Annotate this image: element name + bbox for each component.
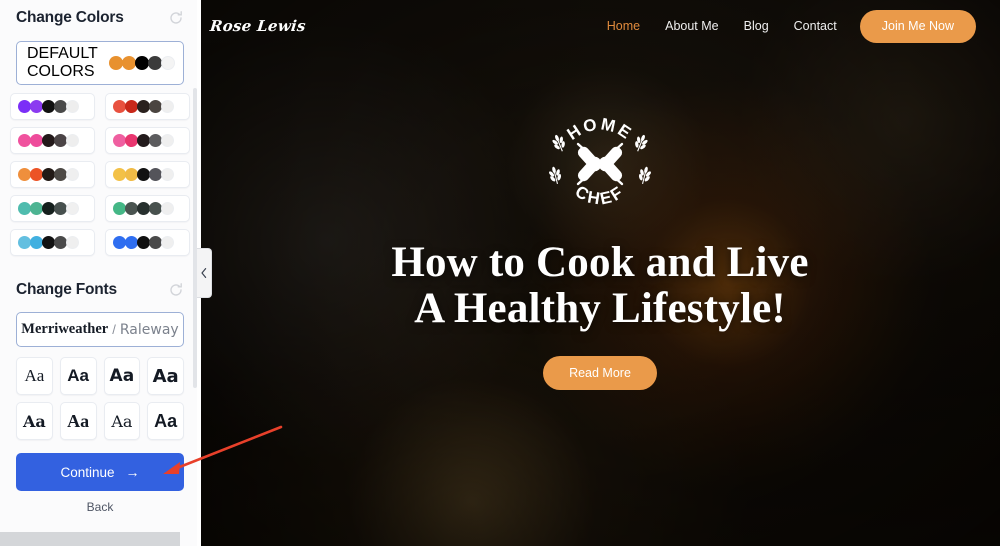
color-dot (161, 100, 174, 113)
color-dot (135, 56, 149, 70)
nav-link-home[interactable]: Home (607, 19, 640, 33)
svg-text:HOME: HOME (564, 114, 637, 143)
svg-text:CHEF: CHEF (572, 182, 628, 209)
app-root: Change Colors DEFAULT COLORS Change Font… (0, 0, 1000, 546)
font-option-tile[interactable]: Aa (59, 402, 97, 440)
color-dot (122, 56, 136, 70)
hero-headline-line2: A Healthy Lifestyle! (414, 285, 786, 332)
reset-arrow-icon[interactable] (168, 282, 184, 298)
hero-headline-line1: How to Cook and Live (391, 239, 809, 286)
join-me-now-button[interactable]: Join Me Now (859, 9, 976, 43)
color-palette-option[interactable] (105, 195, 190, 222)
font-option-tile[interactable]: Aa (103, 357, 141, 395)
color-dot (66, 236, 79, 249)
default-colors-line2: COLORS (27, 63, 95, 80)
color-palette-option[interactable] (10, 127, 95, 154)
collapse-panel-handle[interactable] (197, 248, 212, 298)
continue-button[interactable]: Continue → (16, 453, 184, 491)
nav-link-contact[interactable]: Contact (794, 19, 837, 33)
nav-link-about-me[interactable]: About Me (665, 19, 719, 33)
font-option-tile[interactable]: Aa (103, 402, 141, 440)
color-dot (161, 168, 174, 181)
default-colors-label: DEFAULT COLORS (27, 45, 98, 81)
change-fonts-header: Change Fonts (0, 272, 200, 308)
color-dot (66, 168, 79, 181)
continue-label: Continue (60, 464, 115, 480)
color-palette-option[interactable] (10, 229, 95, 256)
nav-link-blog[interactable]: Blog (744, 19, 769, 33)
font-option-tile[interactable]: Aa (16, 357, 53, 395)
back-link[interactable]: Back (0, 500, 200, 514)
hero-content: HOME CHEF How to Cook and Live A Healthy… (200, 52, 1000, 390)
color-palette-option[interactable] (10, 93, 95, 120)
default-colors-dots (109, 56, 175, 70)
change-colors-title: Change Colors (16, 9, 124, 26)
color-dot (161, 236, 174, 249)
default-colors-line1: DEFAULT (27, 45, 98, 62)
font-pair-primary: Merriweather (21, 321, 109, 337)
bottom-status-bar (0, 532, 180, 546)
site-logo[interactable]: Rose Lewis (209, 17, 307, 35)
color-palette-option[interactable] (10, 195, 95, 222)
color-palette-option[interactable] (105, 93, 190, 120)
color-palette-grid (10, 93, 190, 256)
site-navbar: Rose Lewis Home About Me Blog Contact Join … (200, 0, 1000, 52)
font-pair-separator: / (112, 322, 116, 337)
color-dot (66, 134, 79, 147)
color-palette-option[interactable] (10, 161, 95, 188)
font-option-tile[interactable]: Aa (16, 402, 53, 440)
color-dot (148, 56, 162, 70)
change-colors-header: Change Colors (0, 0, 200, 36)
chevron-left-icon (201, 267, 207, 278)
color-dot (161, 134, 174, 147)
color-palette-option[interactable] (105, 161, 190, 188)
font-option-tile[interactable]: Aa (147, 357, 184, 395)
hero-headline: How to Cook and Live A Healthy Lifestyle… (391, 239, 809, 332)
color-palette-option[interactable] (105, 127, 190, 154)
color-dot (109, 56, 123, 70)
nav-links: Home About Me Blog Contact (607, 19, 837, 33)
selected-font-pair-card[interactable]: Merriweather / Raleway (16, 312, 184, 347)
change-fonts-title: Change Fonts (16, 281, 117, 298)
font-pair-secondary: Raleway (119, 321, 179, 338)
color-dot (66, 100, 79, 113)
website-preview: Rose Lewis Home About Me Blog Contact Join … (200, 0, 1000, 546)
color-dot (161, 56, 175, 70)
reset-arrow-icon[interactable] (168, 10, 184, 26)
font-options-grid: Aa Aa Aa Aa Aa Aa Aa Aa (16, 357, 184, 440)
home-chef-badge: HOME CHEF (540, 104, 660, 224)
font-option-tile[interactable]: Aa (147, 402, 184, 440)
arrow-right-icon: → (125, 464, 140, 480)
read-more-button[interactable]: Read More (543, 356, 657, 390)
color-palette-option[interactable] (105, 229, 190, 256)
default-colors-card[interactable]: DEFAULT COLORS (16, 41, 184, 85)
color-dot (66, 202, 79, 215)
color-dot (161, 202, 174, 215)
font-option-tile[interactable]: Aa (59, 357, 97, 395)
customizer-sidebar: Change Colors DEFAULT COLORS Change Font… (0, 0, 200, 546)
